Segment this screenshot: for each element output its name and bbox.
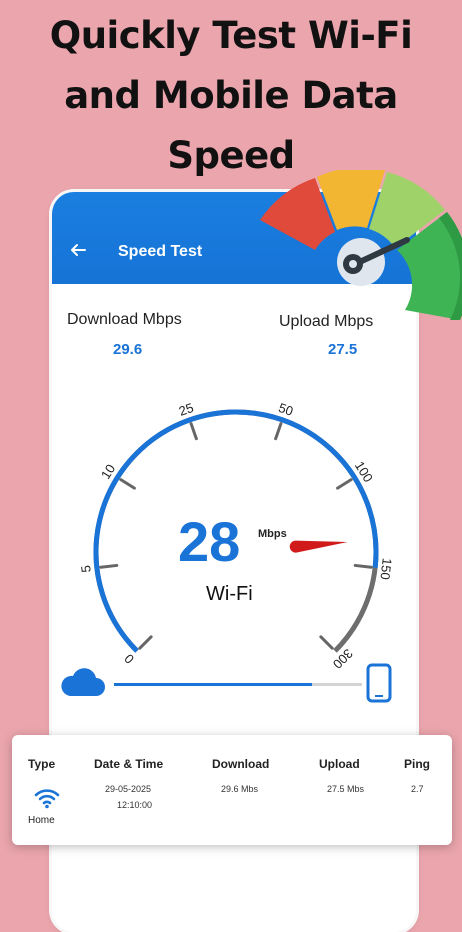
gauge-tick [119, 478, 136, 490]
gauge-tick-label: 25 [177, 400, 196, 419]
gauge-tick-label: 0 [121, 651, 137, 667]
header-date-time: Date & Time [94, 757, 164, 771]
row-time: 12:10:00 [117, 800, 153, 810]
gauge-tick [336, 478, 353, 490]
speed-unit: Mbps [258, 528, 287, 540]
gauge-tick [353, 563, 373, 569]
row-type: Home [28, 815, 55, 826]
gauge-tick [189, 422, 198, 441]
row-download: 29.6 Mbs [221, 784, 259, 794]
history-card[interactable]: Type Date & Time Download Upload Ping Ho… [12, 735, 452, 845]
progress-fill [114, 683, 313, 686]
header-type: Type [28, 757, 56, 771]
connection-type: Wi-Fi [206, 583, 253, 605]
gauge-tick-label: 5 [78, 564, 94, 573]
gauge-tick [99, 563, 119, 569]
cloud-icon [61, 668, 105, 696]
row-upload: 27.5 Mbs [327, 784, 365, 794]
header-download: Download [212, 757, 270, 771]
gauge-tick [319, 635, 334, 650]
gauge-tick-label: 300 [330, 646, 356, 672]
gauge-tick [138, 635, 153, 650]
header-upload: Upload [319, 757, 360, 771]
row-date: 29-05-2025 [105, 784, 152, 794]
header-ping: Ping [404, 757, 430, 771]
wifi-icon [34, 789, 60, 809]
gauge-tick [274, 422, 283, 441]
gauge-tick-label: 50 [277, 400, 296, 419]
progress-bar [114, 683, 362, 686]
gauge-tick-label: 150 [377, 557, 394, 580]
current-speed: 28 [178, 510, 241, 573]
row-ping: 2.7 [411, 784, 424, 794]
smartphone-icon [366, 663, 392, 703]
gauge-needle [289, 540, 348, 553]
